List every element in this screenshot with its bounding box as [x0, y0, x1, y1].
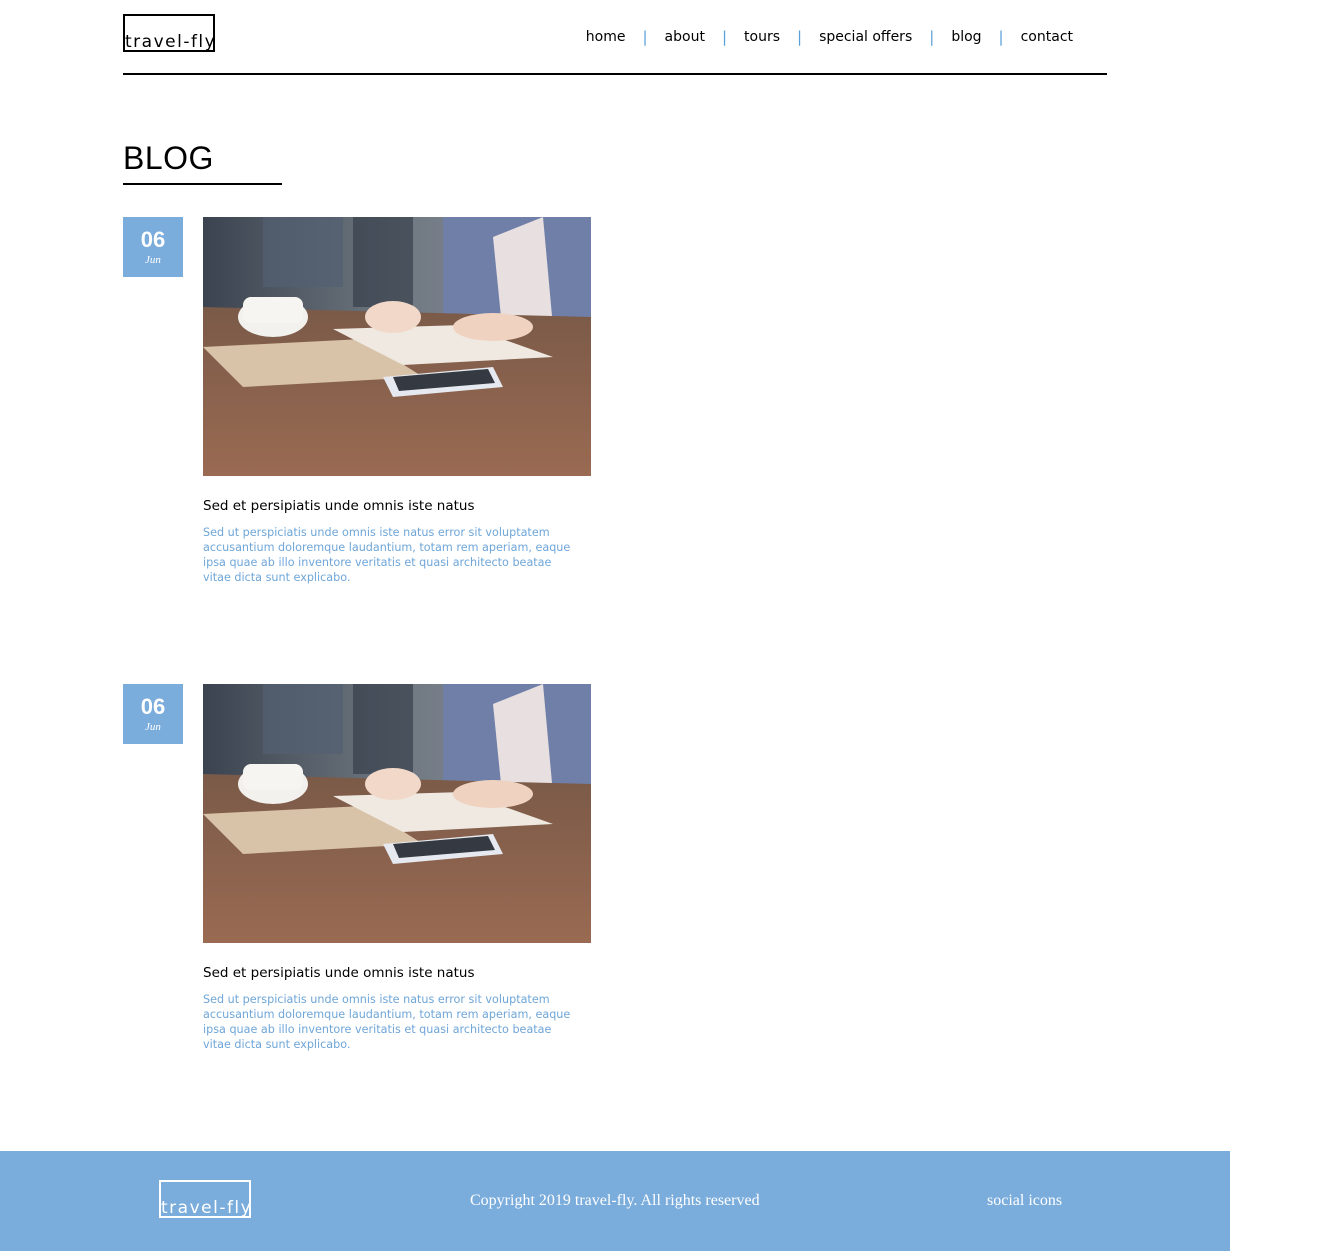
nav-contact[interactable]: contact	[1021, 29, 1073, 45]
post-excerpt: Sed ut perspiciatis unde omnis iste natu…	[203, 993, 571, 1051]
page-title: BLOG	[123, 140, 214, 176]
date-day: 06	[140, 227, 166, 252]
date-month: Jun	[145, 254, 161, 266]
nav-separator: |	[998, 28, 1004, 46]
nav-separator: |	[929, 28, 935, 46]
copyright-text: Copyright 2019 travel-fly. All rights re…	[470, 1192, 760, 1209]
nav-about[interactable]: about	[665, 29, 705, 45]
social-icons[interactable]: social icons	[987, 1192, 1062, 1210]
nav-separator: |	[797, 28, 803, 46]
title-underline	[123, 183, 282, 185]
nav-tours[interactable]: tours	[744, 29, 780, 45]
logo-text: travel-fly	[125, 32, 217, 52]
footer-logo[interactable]: travel-fly	[159, 1180, 251, 1218]
nav-blog[interactable]: blog	[951, 29, 981, 45]
logo[interactable]: travel-fly	[123, 14, 215, 52]
post-image[interactable]	[203, 217, 591, 476]
nav-home[interactable]: home	[586, 29, 626, 45]
nav-separator: |	[642, 28, 648, 46]
post-title[interactable]: Sed et persipiatis unde omnis iste natus	[203, 498, 475, 514]
post-excerpt: Sed ut perspiciatis unde omnis iste natu…	[203, 526, 571, 584]
nav-separator: |	[721, 28, 728, 46]
date-month: Jun	[145, 721, 161, 733]
date-day: 06	[140, 694, 166, 719]
date-badge: 06 Jun	[123, 217, 183, 277]
date-badge: 06 Jun	[123, 684, 183, 744]
nav-special-offers[interactable]: special offers	[819, 29, 912, 45]
site-header: travel-fly home | about | tours | specia…	[123, 0, 1107, 75]
main-nav: home | about | tours | special offers | …	[586, 28, 1073, 46]
post-image[interactable]	[203, 684, 591, 943]
footer-logo-text: travel-fly	[161, 1198, 253, 1218]
site-footer: travel-fly Copyright 2019 travel-fly. Al…	[0, 1151, 1230, 1251]
post-title[interactable]: Sed et persipiatis unde omnis iste natus	[203, 965, 475, 981]
